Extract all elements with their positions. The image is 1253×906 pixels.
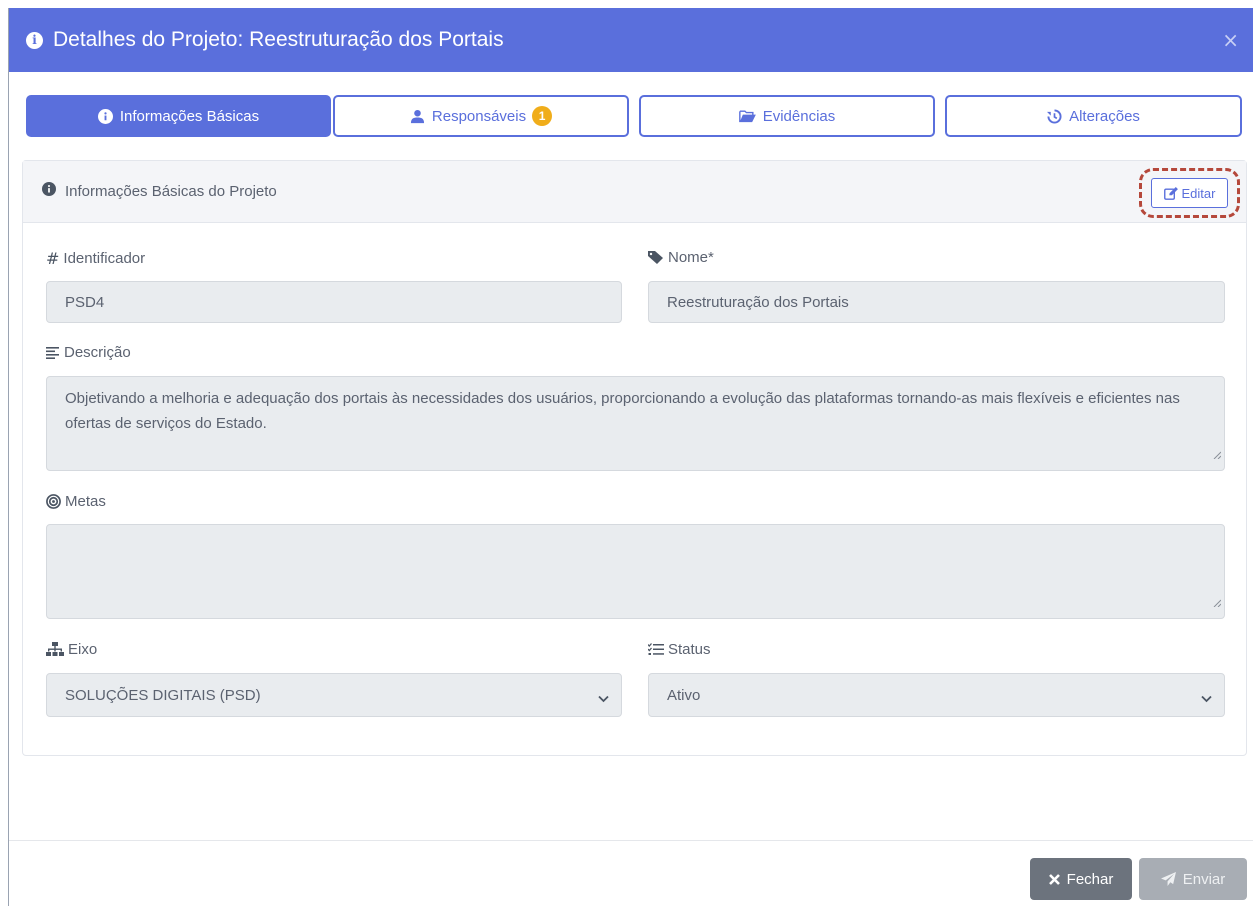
tab-bar: Informações Básicas Responsáveis 1 Evidê… — [26, 95, 1244, 137]
tab-evidencias[interactable]: Evidências — [639, 95, 935, 137]
tab-alteracoes[interactable]: Alterações — [945, 95, 1242, 137]
modal-title: Detalhes do Projeto: Reestruturação dos … — [53, 28, 504, 51]
resize-handle-icon[interactable] — [1213, 442, 1222, 467]
info-circle-icon — [42, 182, 56, 201]
tag-icon — [648, 250, 664, 265]
card-header: Informações Básicas do Projeto Editar — [23, 161, 1246, 223]
eixo-select[interactable]: SOLUÇÕES DIGITAIS (PSD) — [46, 673, 622, 717]
paper-plane-icon — [1160, 872, 1176, 886]
chevron-down-icon — [1201, 690, 1212, 707]
edit-icon — [1163, 186, 1178, 200]
edit-button[interactable]: Editar — [1151, 178, 1228, 208]
hash-icon: # — [46, 249, 60, 268]
list-check-icon — [648, 643, 664, 656]
target-icon — [46, 494, 61, 509]
edit-label: Editar — [1181, 185, 1216, 201]
chevron-down-icon — [598, 690, 609, 707]
tab-label: Informações Básicas — [119, 107, 260, 125]
project-details-modal: i Detalhes do Projeto: Reestruturação do… — [8, 8, 1253, 906]
eixo-label: Eixo — [46, 641, 97, 658]
info-circle-icon — [97, 108, 113, 124]
modal-header: i Detalhes do Projeto: Reestruturação do… — [9, 8, 1253, 72]
footer-divider — [9, 840, 1253, 841]
nome-field[interactable]: Reestruturação dos Portais — [648, 281, 1225, 323]
close-icon[interactable]: × — [1222, 28, 1239, 52]
close-icon — [1048, 873, 1060, 885]
tab-responsaveis[interactable]: Responsáveis 1 — [333, 95, 629, 137]
tab-label: Evidências — [762, 107, 836, 125]
card-title: Informações Básicas do Projeto — [65, 183, 277, 200]
send-button[interactable]: Enviar — [1139, 858, 1247, 900]
descricao-label: Descrição — [46, 344, 131, 361]
folder-open-icon — [738, 109, 756, 123]
tab-label: Responsáveis — [431, 107, 527, 125]
edit-highlight: Editar — [1139, 168, 1240, 218]
status-select[interactable]: Ativo — [648, 673, 1225, 717]
metas-label: Metas — [46, 493, 106, 510]
status-label: Status — [648, 641, 711, 658]
descricao-textarea[interactable]: Objetivando a melhoria e adequação dos p… — [46, 376, 1225, 471]
identificador-label: # Identificador — [46, 249, 146, 268]
user-icon — [410, 109, 425, 124]
close-button[interactable]: Fechar — [1030, 858, 1132, 900]
nome-label: Nome* — [648, 249, 714, 266]
identificador-field[interactable]: PSD4 — [46, 281, 622, 323]
tab-label: Alterações — [1069, 107, 1140, 125]
tab-informacoes-basicas[interactable]: Informações Básicas — [26, 95, 331, 137]
info-circle-icon: i — [26, 31, 43, 49]
resize-handle-icon[interactable] — [1213, 590, 1222, 615]
metas-textarea[interactable] — [46, 524, 1225, 619]
count-badge: 1 — [532, 106, 553, 126]
sitemap-icon — [46, 642, 64, 657]
align-left-icon — [46, 346, 60, 359]
history-icon — [1047, 108, 1062, 124]
